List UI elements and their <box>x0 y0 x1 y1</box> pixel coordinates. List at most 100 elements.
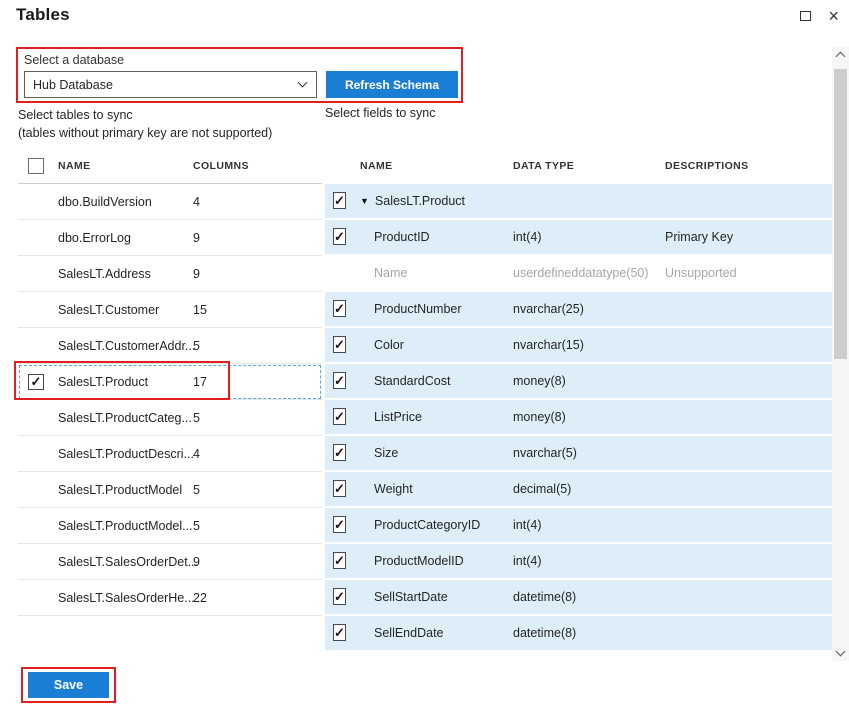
field-row: ✓ ProductModelID int(4) <box>325 544 833 578</box>
field-datatype: int(4) <box>513 230 665 244</box>
field-checkbox[interactable]: ✓ <box>333 228 346 245</box>
field-checkbox[interactable]: ✓ <box>333 336 346 353</box>
table-columns: 17 <box>193 375 322 389</box>
field-datatype: userdefineddatatype(50) <box>513 266 665 280</box>
field-checkbox-cell: ✓ <box>325 302 360 316</box>
table-row[interactable]: SalesLT.SalesOrderDet... 9 <box>18 544 322 580</box>
table-row[interactable]: ✓ SalesLT.Product 17 <box>18 364 322 400</box>
field-datatype: datetime(8) <box>513 626 665 640</box>
field-datatype: nvarchar(15) <box>513 338 665 352</box>
close-icon[interactable]: × <box>828 9 839 23</box>
field-row: Name userdefineddatatype(50) Unsupported <box>325 256 833 290</box>
field-checkbox-cell: ✓ <box>325 410 360 424</box>
table-row[interactable]: dbo.BuildVersion 4 <box>18 184 322 220</box>
table-name: SalesLT.Product <box>58 375 193 389</box>
tables-header-name: NAME <box>58 160 193 172</box>
database-select[interactable]: Hub Database <box>24 71 317 98</box>
field-datatype: nvarchar(25) <box>513 302 665 316</box>
table-row[interactable]: SalesLT.Customer 15 <box>18 292 322 328</box>
table-columns: 22 <box>193 591 322 605</box>
field-description: Primary Key <box>665 230 833 244</box>
field-row: ✓ ProductNumber nvarchar(25) <box>325 292 833 326</box>
page-title: Tables <box>16 5 70 25</box>
field-checkbox[interactable]: ✓ <box>333 588 346 605</box>
table-name: SalesLT.SalesOrderDet... <box>58 555 193 569</box>
table-name: dbo.BuildVersion <box>58 195 193 209</box>
table-row[interactable]: SalesLT.ProductCateg... 5 <box>18 400 322 436</box>
fields-header-descriptions: DESCRIPTIONS <box>665 160 833 172</box>
scroll-down-icon[interactable] <box>836 647 846 657</box>
scrollbar-thumb[interactable] <box>834 69 847 359</box>
field-checkbox[interactable]: ✓ <box>333 624 346 641</box>
field-name: ProductID <box>374 230 430 244</box>
fields-list-body: ✓ ▼ SalesLT.Product ✓ ProductID int(4) P… <box>325 184 833 650</box>
table-columns: 5 <box>193 483 322 497</box>
table-name: SalesLT.SalesOrderHe... <box>58 591 193 605</box>
fields-header-datatype: DATA TYPE <box>513 160 665 172</box>
field-name: Color <box>374 338 404 352</box>
field-name: Weight <box>374 482 413 496</box>
field-checkbox[interactable]: ✓ <box>333 516 346 533</box>
window-controls: × <box>800 9 839 23</box>
table-name: SalesLT.ProductModel... <box>58 519 193 533</box>
field-description: Unsupported <box>665 266 833 280</box>
field-checkbox[interactable]: ✓ <box>333 444 346 461</box>
restore-icon[interactable] <box>800 11 811 21</box>
table-row[interactable]: SalesLT.ProductModel... 5 <box>18 508 322 544</box>
vertical-scrollbar[interactable] <box>832 47 849 661</box>
field-datatype: int(4) <box>513 554 665 568</box>
field-checkbox[interactable]: ✓ <box>333 192 346 209</box>
table-row[interactable]: dbo.ErrorLog 9 <box>18 220 322 256</box>
field-name: SalesLT.Product <box>375 194 465 208</box>
table-columns: 4 <box>193 195 322 209</box>
table-columns: 5 <box>193 339 322 353</box>
table-columns: 5 <box>193 519 322 533</box>
tables-list: NAME COLUMNS dbo.BuildVersion 4 dbo.Erro… <box>18 148 322 616</box>
field-checkbox[interactable]: ✓ <box>333 372 346 389</box>
field-checkbox[interactable]: ✓ <box>333 552 346 569</box>
field-checkbox-cell: ✓ <box>325 446 360 460</box>
scroll-up-icon[interactable] <box>836 52 846 62</box>
table-name: SalesLT.ProductModel <box>58 483 193 497</box>
field-checkbox[interactable]: ✓ <box>333 480 346 497</box>
field-row: ✓ ListPrice money(8) <box>325 400 833 434</box>
table-row[interactable]: SalesLT.CustomerAddr... 5 <box>18 328 322 364</box>
field-name: ListPrice <box>374 410 422 424</box>
field-row: ✓ Weight decimal(5) <box>325 472 833 506</box>
tables-blade: Tables × Select a database Hub Database … <box>0 0 849 707</box>
field-checkbox[interactable]: ✓ <box>333 408 346 425</box>
database-label: Select a database <box>24 53 124 67</box>
field-name: ProductModelID <box>374 554 464 568</box>
field-datatype: decimal(5) <box>513 482 665 496</box>
field-row: ✓ ProductID int(4) Primary Key <box>325 220 833 254</box>
refresh-schema-button[interactable]: Refresh Schema <box>326 71 458 98</box>
fields-header-name: NAME <box>360 160 513 172</box>
field-datatype: nvarchar(5) <box>513 446 665 460</box>
save-button[interactable]: Save <box>28 672 109 698</box>
select-all-checkbox[interactable] <box>28 158 44 174</box>
table-row[interactable]: SalesLT.ProductDescri... 4 <box>18 436 322 472</box>
table-name: SalesLT.ProductDescri... <box>58 447 193 461</box>
field-checkbox-cell: ✓ <box>325 374 360 388</box>
field-checkbox[interactable]: ✓ <box>333 300 346 317</box>
collapse-icon[interactable]: ▼ <box>360 196 369 206</box>
field-row: ✓ SellEndDate datetime(8) <box>325 616 833 650</box>
fields-caption: Select fields to sync <box>325 106 435 120</box>
field-checkbox-cell: ✓ <box>325 626 360 640</box>
field-name: SellStartDate <box>374 590 448 604</box>
table-columns: 9 <box>193 267 322 281</box>
table-row[interactable]: SalesLT.SalesOrderHe... 22 <box>18 580 322 616</box>
field-checkbox-cell: ✓ <box>325 482 360 496</box>
table-row[interactable]: SalesLT.Address 9 <box>18 256 322 292</box>
field-row: ✓ SellStartDate datetime(8) <box>325 580 833 614</box>
table-name: SalesLT.Address <box>58 267 193 281</box>
table-columns: 15 <box>193 303 322 317</box>
table-columns: 4 <box>193 447 322 461</box>
field-checkbox-cell: ✓ <box>325 338 360 352</box>
field-datatype: int(4) <box>513 518 665 532</box>
database-selected-value: Hub Database <box>33 78 113 92</box>
table-row[interactable]: SalesLT.ProductModel 5 <box>18 472 322 508</box>
row-checkbox[interactable]: ✓ <box>28 374 44 390</box>
field-name: StandardCost <box>374 374 450 388</box>
tables-list-header: NAME COLUMNS <box>18 148 322 184</box>
